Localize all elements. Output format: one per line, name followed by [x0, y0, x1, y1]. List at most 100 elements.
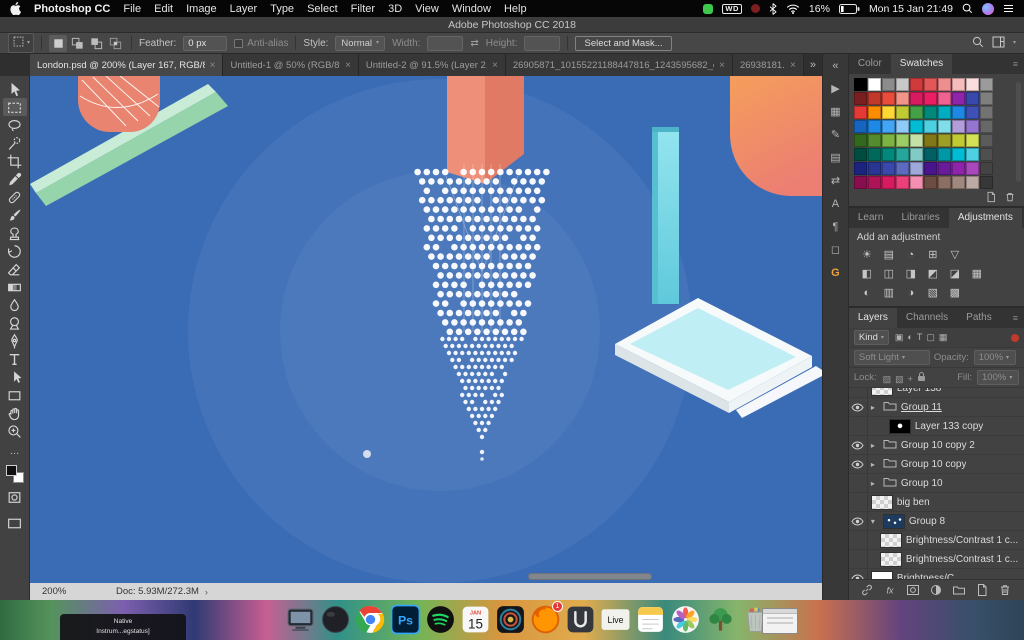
document-tab[interactable]: Untitled-2 @ 91.5% (Layer 2, ...× [359, 54, 506, 76]
color-swatch[interactable] [980, 120, 993, 133]
color-swatch[interactable] [910, 148, 923, 161]
tab-close-icon[interactable]: × [719, 60, 725, 71]
color-swatch[interactable] [952, 92, 965, 105]
layer-thumbnail[interactable] [883, 514, 905, 529]
levels-adjustment-icon[interactable]: ▤ [879, 246, 899, 263]
menu-3d[interactable]: 3D [388, 3, 402, 15]
filter-type-layers-icon[interactable]: T [915, 332, 925, 342]
layer-row[interactable]: Layer 138 [849, 388, 1024, 398]
layer-thumbnail[interactable] [871, 495, 893, 510]
menu-edit[interactable]: Edit [154, 3, 173, 15]
color-swatch[interactable] [868, 92, 881, 105]
color-swatch[interactable] [882, 148, 895, 161]
u-app-dock-icon[interactable] [564, 603, 597, 636]
green-status-icon[interactable] [703, 4, 713, 14]
history-panel-icon[interactable]: ⇄ [831, 176, 840, 187]
color-swatch[interactable] [854, 176, 867, 189]
layer-row[interactable]: ▸Group 11 [849, 398, 1024, 417]
layer-thumbnail[interactable] [871, 388, 893, 396]
layer-row[interactable]: ▸Group 10 copy [849, 455, 1024, 474]
chevron-down-icon[interactable]: ▾ [1013, 40, 1016, 46]
color-swatch[interactable] [938, 106, 951, 119]
style-select[interactable]: Normal ▾ [335, 36, 385, 51]
learn-panel-icon[interactable]: ▶ [831, 84, 839, 95]
eraser-tool[interactable] [3, 260, 27, 278]
color-swatch[interactable] [910, 92, 923, 105]
color-swatch[interactable] [924, 92, 937, 105]
apple-menu-icon[interactable] [10, 2, 21, 15]
layer-row[interactable]: ▾Group 8 [849, 512, 1024, 531]
eye-icon[interactable] [849, 455, 868, 474]
eye-toggle-empty[interactable] [849, 531, 868, 550]
zoom-tool[interactable] [3, 422, 27, 440]
spotify-dock-icon[interactable] [424, 603, 457, 636]
move-tool[interactable] [3, 80, 27, 98]
wifi-icon[interactable] [786, 4, 800, 14]
menu-layer[interactable]: Layer [230, 3, 258, 15]
minimized-window-preview[interactable] [762, 608, 798, 634]
color-swatch[interactable] [924, 134, 937, 147]
native-instruments-window-tile[interactable]: Native Instrum...egstatus] [60, 614, 186, 640]
collapse-panels-icon[interactable]: « [832, 61, 838, 72]
color-lookup-adjustment-icon[interactable]: ▦ [967, 265, 987, 282]
tab-layers[interactable]: Layers [849, 308, 897, 328]
color-swatch[interactable] [882, 120, 895, 133]
layer-thumbnail[interactable] [889, 419, 911, 434]
color-swatch[interactable] [854, 120, 867, 133]
layer-row[interactable]: Brightness/C... [849, 569, 1024, 579]
fill-field[interactable]: 100% ▾ [977, 370, 1019, 385]
color-swatch[interactable] [868, 162, 881, 175]
curves-adjustment-icon[interactable]: ◔ [901, 246, 921, 263]
color-swatch[interactable] [896, 148, 909, 161]
antialias-checkbox[interactable]: Anti-alias [234, 38, 288, 49]
crop-tool[interactable] [3, 152, 27, 170]
path-selection-tool[interactable] [3, 368, 27, 386]
color-swatch[interactable] [882, 92, 895, 105]
menu-help[interactable]: Help [504, 3, 527, 15]
canvas[interactable] [30, 76, 822, 583]
color-panel-icon[interactable]: ▦ [830, 107, 840, 118]
color-swatch[interactable] [966, 106, 979, 119]
color-swatch[interactable] [882, 78, 895, 91]
foreground-background-swatches[interactable] [6, 465, 24, 483]
eye-icon[interactable] [849, 569, 868, 579]
plant-app-dock-icon[interactable] [704, 603, 737, 636]
color-swatch[interactable] [882, 176, 895, 189]
tab-paths[interactable]: Paths [957, 308, 1001, 328]
color-swatch[interactable] [952, 78, 965, 91]
color-swatch[interactable] [896, 92, 909, 105]
tab-close-icon[interactable]: × [210, 60, 216, 71]
zoom-level-field[interactable]: 200% [42, 586, 76, 597]
tab-swatches[interactable]: Swatches [891, 54, 952, 74]
history-brush-tool[interactable] [3, 242, 27, 260]
add-layer-mask-icon[interactable] [906, 583, 920, 600]
color-swatch[interactable] [938, 78, 951, 91]
document-tab[interactable]: 26938181...× [733, 54, 804, 76]
rectangle-tool[interactable] [3, 386, 27, 404]
dodge-tool[interactable] [3, 314, 27, 332]
color-swatch[interactable] [882, 134, 895, 147]
menu-view[interactable]: View [415, 3, 439, 15]
paragraph-panel-icon[interactable]: ¶ [832, 222, 838, 233]
eye-icon[interactable] [849, 398, 868, 417]
new-swatch-icon[interactable] [985, 191, 997, 206]
layer-thumbnail[interactable] [880, 533, 902, 548]
height-input[interactable] [524, 36, 560, 51]
color-swatch[interactable] [896, 106, 909, 119]
color-swatch[interactable] [938, 134, 951, 147]
monitor-app-dock-icon[interactable] [284, 603, 317, 636]
color-swatch[interactable] [868, 148, 881, 161]
horizontal-scrollbar[interactable] [528, 573, 652, 580]
color-swatch[interactable] [910, 120, 923, 133]
gradient-map-adjustment-icon[interactable]: ▩ [945, 284, 965, 301]
color-swatch[interactable] [854, 106, 867, 119]
document-tab[interactable]: London.psd @ 200% (Layer 167, RGB/8*) *× [30, 54, 223, 76]
color-swatch[interactable] [854, 162, 867, 175]
bluetooth-icon[interactable] [769, 3, 777, 15]
color-swatch[interactable] [966, 134, 979, 147]
color-swatch[interactable] [882, 162, 895, 175]
panel-menu-icon[interactable]: ≡ [1007, 308, 1024, 328]
color-swatch[interactable] [980, 134, 993, 147]
chevron-right-icon[interactable]: ▸ [871, 441, 879, 450]
lens-app-dock-icon[interactable] [494, 603, 527, 636]
